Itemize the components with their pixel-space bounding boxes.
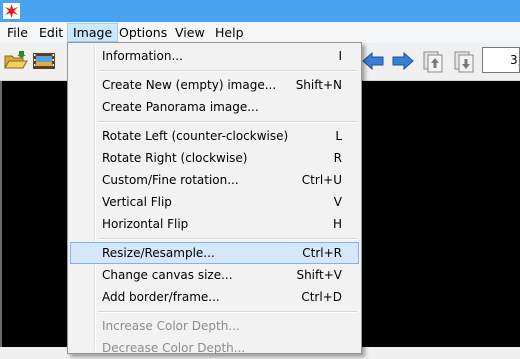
menu-item-rotate-right[interactable]: Rotate Right (clockwise) R xyxy=(70,147,359,169)
menu-item-shortcut: Ctrl+U xyxy=(301,173,342,187)
menu-item-shortcut: H xyxy=(332,217,342,231)
menu-item-label: Increase Color Depth... xyxy=(102,319,240,333)
menu-options[interactable]: Options xyxy=(114,24,172,41)
menu-item-label: Decrease Color Depth... xyxy=(102,341,246,355)
menu-item-label: Horizontal Flip xyxy=(102,217,189,231)
menu-item-shortcut: Shift+V xyxy=(296,268,342,282)
menu-help[interactable]: Help xyxy=(210,24,249,41)
menu-item-shortcut: Ctrl+D xyxy=(301,290,342,304)
menu-item-create-new-image[interactable]: Create New (empty) image... Shift+N xyxy=(70,74,359,96)
menu-item-custom-rotation[interactable]: Custom/Fine rotation... Ctrl+U xyxy=(70,169,359,191)
open-folder-icon[interactable] xyxy=(2,49,28,73)
menu-item-label: Resize/Resample... xyxy=(102,246,215,260)
menu-item-vertical-flip[interactable]: Vertical Flip V xyxy=(70,191,359,213)
title-bar xyxy=(0,0,520,22)
menu-item-shortcut: Shift+N xyxy=(295,78,342,92)
menu-item-label: Create New (empty) image... xyxy=(102,78,277,92)
page-up-icon[interactable] xyxy=(420,49,446,73)
image-menu-dropdown: Information... I Create New (empty) imag… xyxy=(67,42,362,355)
menu-item-information[interactable]: Information... I xyxy=(70,45,359,67)
menu-item-label: Add border/frame... xyxy=(102,290,220,304)
menu-item-shortcut: L xyxy=(335,129,342,143)
menu-item-shortcut: R xyxy=(333,151,342,165)
menu-item-label: Information... xyxy=(102,49,183,63)
page-down-icon[interactable] xyxy=(451,49,477,73)
arrow-right-icon[interactable] xyxy=(390,49,416,73)
menu-item-change-canvas-size[interactable]: Change canvas size... Shift+V xyxy=(70,264,359,286)
menu-file[interactable]: File xyxy=(2,24,33,41)
menu-item-label: Create Panorama image... xyxy=(102,100,259,114)
menu-item-label: Custom/Fine rotation... xyxy=(102,173,239,187)
menu-item-shortcut: Ctrl+R xyxy=(302,246,342,260)
menu-edit[interactable]: Edit xyxy=(34,24,68,41)
menu-view[interactable]: View xyxy=(170,24,210,41)
menu-separator xyxy=(98,70,357,72)
menu-item-label: Rotate Right (clockwise) xyxy=(102,151,248,165)
menu-item-shortcut: V xyxy=(333,195,342,209)
menu-item-rotate-left[interactable]: Rotate Left (counter-clockwise) L xyxy=(70,125,359,147)
app-logo-icon xyxy=(3,3,20,19)
menu-image[interactable]: Image xyxy=(67,23,119,42)
viewer-edge xyxy=(0,81,2,347)
menu-item-increase-color-depth: Increase Color Depth... xyxy=(70,315,359,337)
menu-separator xyxy=(98,311,357,313)
menu-item-create-panorama[interactable]: Create Panorama image... xyxy=(70,96,359,118)
menu-item-label: Rotate Left (counter-clockwise) xyxy=(102,129,289,143)
menu-item-horizontal-flip[interactable]: Horizontal Flip H xyxy=(70,213,359,235)
menu-separator xyxy=(98,238,357,240)
slideshow-filmstrip-icon[interactable] xyxy=(31,49,57,73)
menu-item-add-border-frame[interactable]: Add border/frame... Ctrl+D xyxy=(70,286,359,308)
menu-separator xyxy=(98,121,357,123)
menu-item-label: Change canvas size... xyxy=(102,268,233,282)
menu-bar: File Edit Image Options View Help xyxy=(0,22,520,44)
menu-item-decrease-color-depth: Decrease Color Depth... xyxy=(70,337,359,359)
menu-item-shortcut: I xyxy=(338,49,342,63)
menu-item-resize-resample[interactable]: Resize/Resample... Ctrl+R xyxy=(70,242,359,264)
arrow-left-icon[interactable] xyxy=(360,49,386,73)
zoom-input[interactable]: 3, xyxy=(482,47,520,73)
menu-item-label: Vertical Flip xyxy=(102,195,172,209)
